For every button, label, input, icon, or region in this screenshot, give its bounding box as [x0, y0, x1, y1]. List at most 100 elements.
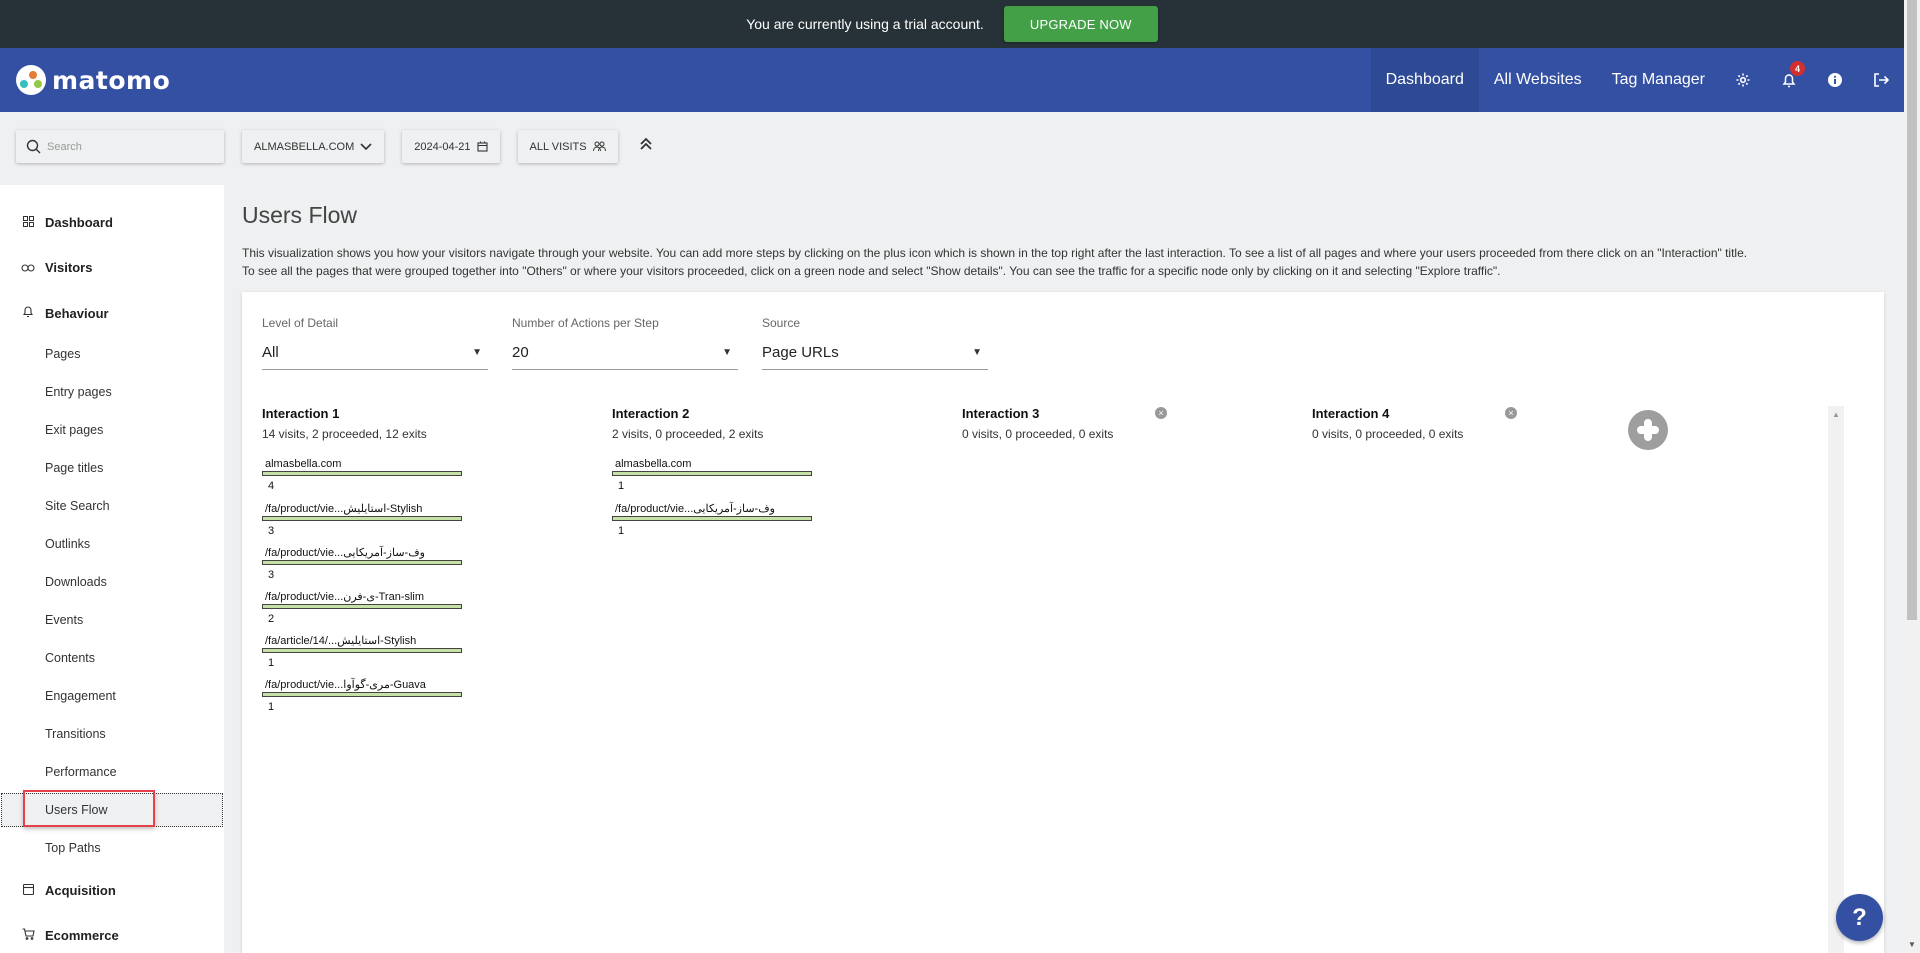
sidebar-item-top-paths[interactable]: Top Paths [45, 841, 101, 855]
flow-node[interactable]: /fa/product/vie...مری-گوآوا-Guava 1 [262, 678, 462, 713]
segment-users-icon [592, 141, 606, 152]
node-count: 4 [268, 480, 275, 492]
page-description: This visualization shows you how your vi… [242, 244, 1882, 280]
collapse-controls-icon[interactable] [639, 137, 652, 156]
sidebar-item-entry-pages[interactable]: Entry pages [45, 385, 112, 399]
trial-message: You are currently using a trial account. [746, 16, 984, 32]
interaction-title[interactable]: Interaction 4 [1312, 406, 1463, 421]
remove-interaction-3-icon[interactable]: × [1155, 407, 1167, 419]
sidebar-item-downloads[interactable]: Downloads [45, 575, 107, 589]
sidebar-item-pages[interactable]: Pages [45, 347, 80, 361]
page-title: Users Flow [242, 202, 358, 228]
interaction-column-1: Interaction 1 14 visits, 2 proceeded, 12… [262, 406, 427, 441]
remove-interaction-4-icon[interactable]: × [1505, 407, 1517, 419]
help-button[interactable]: ? [1836, 894, 1883, 941]
scrollbar-thumb[interactable] [1907, 0, 1917, 620]
source-label: Source [762, 316, 801, 330]
gear-icon[interactable] [1720, 48, 1766, 112]
node-bar[interactable] [262, 692, 462, 697]
matomo-logo[interactable]: matomo [16, 65, 170, 95]
description-line-2: To see all the pages that were grouped t… [242, 264, 1501, 278]
interaction-title[interactable]: Interaction 1 [262, 406, 427, 421]
interaction-summary: 14 visits, 2 proceeded, 12 exits [262, 427, 427, 441]
sidebar-item-contents[interactable]: Contents [45, 651, 95, 665]
scroll-up-icon[interactable]: ▲ [1828, 410, 1844, 419]
sidebar-item-outlinks[interactable]: Outlinks [45, 537, 90, 551]
date-selector[interactable]: 2024-04-21 [402, 130, 500, 163]
sidebar-category-ecommerce[interactable]: Ecommerce [0, 928, 119, 943]
node-label: /fa/product/vie...استایلیش-Stylish [265, 503, 423, 515]
nav-tag-manager[interactable]: Tag Manager [1597, 48, 1720, 112]
flow-node[interactable]: /fa/product/vie...وف-ساز-آمریکایی 3 [262, 546, 462, 581]
add-step-plus-icon[interactable] [1628, 410, 1668, 450]
source-dropdown[interactable]: Page URLs ▼ [762, 336, 988, 370]
flow-node[interactable]: almasbella.com 4 [262, 458, 462, 492]
visitors-icon [18, 261, 38, 275]
actions-per-step-dropdown[interactable]: 20 ▼ [512, 336, 738, 370]
flow-node[interactable]: /fa/product/vie...وف-ساز-آمریکایی 1 [612, 502, 812, 537]
node-count: 1 [618, 480, 625, 492]
page-scrollbar[interactable]: ▼ [1904, 0, 1920, 953]
logout-icon[interactable] [1858, 48, 1904, 112]
node-count: 2 [268, 613, 275, 625]
notifications-bell-icon[interactable]: 4 [1766, 48, 1812, 112]
sidebar-category-dashboard[interactable]: Dashboard [0, 215, 113, 230]
sidebar-item-users-flow[interactable]: Users Flow [45, 803, 108, 817]
node-bar[interactable] [262, 604, 462, 609]
level-of-detail-value: All [262, 344, 279, 361]
info-icon[interactable] [1812, 48, 1858, 112]
nav-all-websites[interactable]: All Websites [1479, 48, 1597, 112]
node-label: /fa/article/14/...استایلیش-Stylish [265, 635, 417, 647]
search-icon [26, 139, 41, 154]
node-bar[interactable] [262, 648, 462, 653]
level-of-detail-dropdown[interactable]: All ▼ [262, 336, 488, 370]
level-of-detail-select[interactable]: Level of Detail All ▼ [262, 316, 488, 370]
actions-per-step-label: Number of Actions per Step [512, 316, 659, 330]
calendar-icon [476, 141, 488, 152]
top-navigation: matomo Dashboard All Websites Tag Manage… [0, 48, 1904, 112]
node-count: 1 [268, 657, 275, 669]
upgrade-now-button[interactable]: UPGRADE NOW [1003, 6, 1158, 42]
node-bar[interactable] [612, 516, 812, 521]
chevron-down-icon [360, 142, 372, 150]
scroll-down-icon[interactable]: ▼ [1908, 940, 1916, 949]
notification-count-badge: 4 [1790, 61, 1805, 76]
cart-icon [18, 928, 38, 943]
acquisition-icon [18, 883, 38, 898]
nav-dashboard[interactable]: Dashboard [1370, 48, 1479, 112]
node-label: /fa/product/vie...ی-فرن-Tran-slim [265, 591, 425, 603]
flow-node[interactable]: /fa/article/14/...استایلیش-Stylish 1 [262, 634, 462, 669]
node-count: 3 [268, 525, 275, 537]
site-selector[interactable]: ALMASBELLA.COM [242, 130, 385, 163]
node-label: /fa/product/vie...مری-گوآوا-Guava [265, 679, 426, 691]
actions-per-step-select[interactable]: Number of Actions per Step 20 ▼ [512, 316, 738, 370]
search-input[interactable]: Search [16, 130, 224, 163]
interaction-title[interactable]: Interaction 3 [962, 406, 1113, 421]
node-bar[interactable] [262, 516, 462, 521]
sidebar-category-label: Visitors [45, 260, 93, 275]
flow-node[interactable]: almasbella.com 1 [612, 458, 812, 492]
sidebar-category-label: Dashboard [45, 215, 113, 230]
node-bar[interactable] [612, 471, 812, 476]
node-bar[interactable] [262, 560, 462, 565]
flow-node[interactable]: /fa/product/vie...ی-فرن-Tran-slim 2 [262, 590, 462, 625]
node-bar[interactable] [262, 471, 462, 476]
sidebar-item-performance[interactable]: Performance [45, 765, 117, 779]
sidebar-category-acquisition[interactable]: Acquisition [0, 883, 116, 898]
interaction-title[interactable]: Interaction 2 [612, 406, 763, 421]
sidebar-category-behaviour[interactable]: Behaviour [0, 305, 109, 321]
sidebar-item-page-titles[interactable]: Page titles [45, 461, 103, 475]
source-select[interactable]: Source Page URLs ▼ [762, 316, 988, 370]
sidebar-item-site-search[interactable]: Site Search [45, 499, 110, 513]
sidebar-item-exit-pages[interactable]: Exit pages [45, 423, 103, 437]
level-of-detail-label: Level of Detail [262, 316, 339, 330]
dropdown-arrow-icon: ▼ [972, 347, 982, 358]
sidebar-category-visitors[interactable]: Visitors [0, 260, 92, 275]
segment-selector[interactable]: ALL VISITS [517, 130, 618, 163]
sidebar-item-events[interactable]: Events [45, 613, 83, 627]
flow-scrollbar[interactable]: ▲ [1828, 406, 1844, 953]
flow-node[interactable]: /fa/product/vie...استایلیش-Stylish 3 [262, 502, 462, 537]
sidebar-item-engagement[interactable]: Engagement [45, 689, 116, 703]
sidebar-item-transitions[interactable]: Transitions [45, 727, 106, 741]
node-count: 1 [618, 525, 625, 537]
